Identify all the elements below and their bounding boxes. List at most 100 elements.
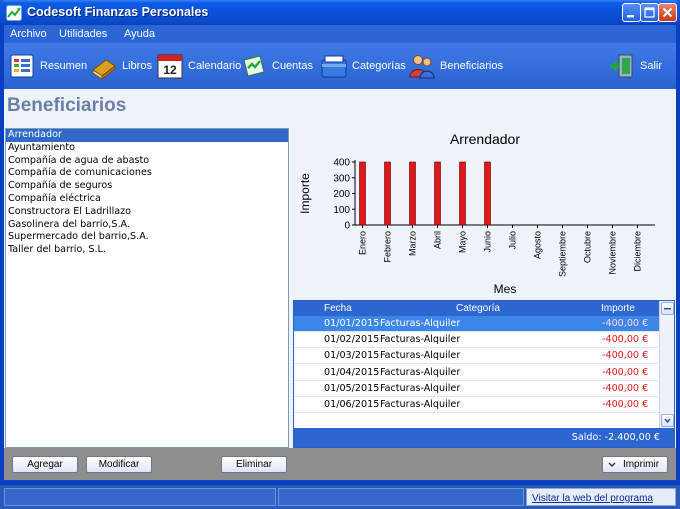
cell-category: Facturas-Alquiler [380, 350, 461, 362]
window-title: Codesoft Finanzas Personales [27, 5, 209, 19]
toolbar-calendario-button[interactable]: 12 Calendario [156, 51, 241, 81]
toolbar-salir-label: Salir [640, 60, 663, 72]
toolbar-libros-label: Libros [122, 60, 152, 72]
header-date[interactable]: Fecha [324, 303, 352, 314]
chart-x-tick-label: Junio [483, 231, 493, 253]
scroll-down-button[interactable] [661, 414, 674, 427]
balance-label: Saldo: -2.400,00 € [571, 432, 660, 443]
chart-bar [434, 161, 441, 226]
toolbar-beneficiarios-button[interactable]: Beneficiarios [408, 51, 503, 81]
list-item[interactable]: Compañía de comunicaciones [6, 167, 288, 180]
toolbar-salir-button[interactable]: Salir [608, 51, 662, 81]
app-window: Codesoft Finanzas Personales Archivo Uti… [0, 0, 680, 509]
print-button[interactable]: Imprimir [602, 456, 668, 473]
status-bar: Visitar la web del programa [0, 485, 680, 509]
toolbar-cuentas-label: Cuentas [272, 60, 313, 72]
list-item[interactable]: Arrendador [6, 129, 288, 142]
table-row[interactable]: 01/06/2015 Facturas-Alquiler -400,00 € [294, 397, 660, 413]
cell-date: 01/04/2015 [324, 366, 380, 378]
header-category[interactable]: Categoría [456, 303, 500, 314]
cell-date: 01/01/2015 [324, 318, 380, 329]
list-item[interactable]: Compañía eléctrica [6, 193, 288, 206]
chart-x-axis-label: Mes [494, 282, 517, 296]
table-row[interactable]: 01/04/2015 Facturas-Alquiler -400,00 € [294, 365, 660, 381]
list-item[interactable]: Taller del barrio, S.L. [6, 244, 288, 257]
list-item[interactable]: Constructora El Ladrillazo [6, 206, 288, 219]
scroll-collapse-button[interactable] [661, 302, 674, 315]
chart-svg: Arrendador Importe Mes 0 100 200 300 400 Enero Fe… [298, 131, 655, 296]
chart-x-tick-label: Agosto [533, 231, 543, 259]
minus-icon [664, 308, 671, 310]
beneficiaries-icon [409, 55, 435, 79]
cell-date: 01/05/2015 [324, 382, 380, 394]
toolbar-resumen-button[interactable]: Resumen [8, 51, 87, 81]
chart-x-tick-label: Septiembre [558, 231, 568, 277]
toolbar-libros-button[interactable]: Libros [90, 51, 152, 81]
accounts-icon [243, 55, 265, 77]
chart-x-tick-label: Marzo [408, 231, 418, 256]
toolbar-cuentas-button[interactable]: Cuentas [240, 51, 313, 81]
chevron-down-icon [664, 418, 671, 424]
payee-chart: Arrendador Importe Mes 0 100 200 300 400 Enero Fe… [295, 128, 675, 300]
list-item[interactable]: Ayuntamiento [6, 142, 288, 155]
cell-category: Facturas-Alquiler [380, 382, 461, 394]
chart-x-tick-label: Octubre [583, 231, 593, 263]
table-row[interactable]: 01/02/2015 Facturas-Alquiler -400,00 € [294, 332, 660, 349]
cell-category: Facturas-Alquiler [380, 399, 461, 410]
chart-y-axis-label: Importe [298, 173, 312, 214]
toolbar-categorias-button[interactable]: Categorías [320, 51, 406, 81]
chart-bar [384, 161, 391, 226]
list-item[interactable]: Compañía de agua de abasto [6, 155, 288, 168]
chart-y-tick-label: 0 [344, 221, 350, 232]
toolbar-categorias-label: Categorías [352, 60, 406, 72]
cell-amount: -400,00 € [602, 350, 649, 362]
maximize-button[interactable] [640, 3, 659, 22]
menu-archivo[interactable]: Archivo [10, 28, 47, 40]
cell-category: Facturas-Alquiler [380, 318, 461, 329]
minimize-icon [627, 15, 634, 18]
chart-x-tick-label: Mayo [458, 231, 468, 253]
add-button[interactable]: Agregar [12, 456, 78, 473]
close-button[interactable] [658, 3, 677, 22]
cell-amount: -400,00 € [602, 399, 649, 410]
header-amount[interactable]: Importe [601, 303, 635, 314]
chart-x-tick-label: Julio [508, 231, 518, 250]
website-link[interactable]: Visitar la web del programa [532, 493, 653, 504]
table-scrollbar[interactable] [659, 301, 674, 429]
list-item[interactable]: Compañía de seguros [6, 180, 288, 193]
table-row[interactable]: 01/03/2015 Facturas-Alquiler -400,00 € [294, 348, 660, 365]
cell-amount: -400,00 € [602, 318, 649, 329]
table-footer: Saldo: -2.400,00 € [294, 428, 674, 447]
cell-amount: -400,00 € [602, 334, 649, 346]
action-bar: Agregar Modificar Eliminar Imprimir [4, 448, 676, 480]
close-icon [662, 7, 673, 18]
chart-y-tick-label: 300 [333, 173, 350, 184]
list-item[interactable]: Supermercado del barrio,S.A. [6, 231, 288, 244]
toolbar-calendario-label: Calendario [188, 60, 242, 72]
delete-button[interactable]: Eliminar [221, 456, 287, 473]
app-logo-icon [6, 5, 22, 21]
chart-y-tick-label: 100 [333, 205, 350, 216]
chart-y-tick-label: 400 [333, 158, 350, 169]
payee-list[interactable]: Arrendador Ayuntamiento Compañía de agua d… [5, 128, 289, 448]
title-bar[interactable]: Codesoft Finanzas Personales [0, 0, 680, 25]
print-button-label: Imprimir [622, 459, 660, 470]
cell-amount: -400,00 € [602, 382, 649, 394]
chart-bar [409, 161, 416, 226]
chart-bar [484, 161, 491, 226]
chart-x-tick-label: Noviembre [608, 231, 618, 275]
menu-utilidades[interactable]: Utilidades [59, 28, 107, 40]
modify-button[interactable]: Modificar [86, 456, 152, 473]
cell-category: Facturas-Alquiler [380, 366, 461, 378]
list-item[interactable]: Gasolinera del barrio,S.A. [6, 219, 288, 232]
menu-ayuda[interactable]: Ayuda [124, 28, 155, 40]
minimize-button[interactable] [622, 3, 641, 22]
toolbar-beneficiarios-label: Beneficiarios [440, 60, 503, 72]
toolbar-resumen-label: Resumen [40, 60, 88, 72]
table-row[interactable]: 01/01/2015 Facturas-Alquiler -400,00 € [294, 316, 660, 332]
table-row[interactable]: 01/05/2015 Facturas-Alquiler -400,00 € [294, 381, 660, 397]
table-header: Fecha Categoría Importe [294, 301, 660, 316]
main-content: Beneficiarios Arrendador Ayuntamiento Comp… [4, 89, 676, 480]
toolbar: Resumen Libros 12 Calendario Cuentas Cat… [4, 43, 676, 89]
calendar-badge: 12 [163, 63, 177, 77]
